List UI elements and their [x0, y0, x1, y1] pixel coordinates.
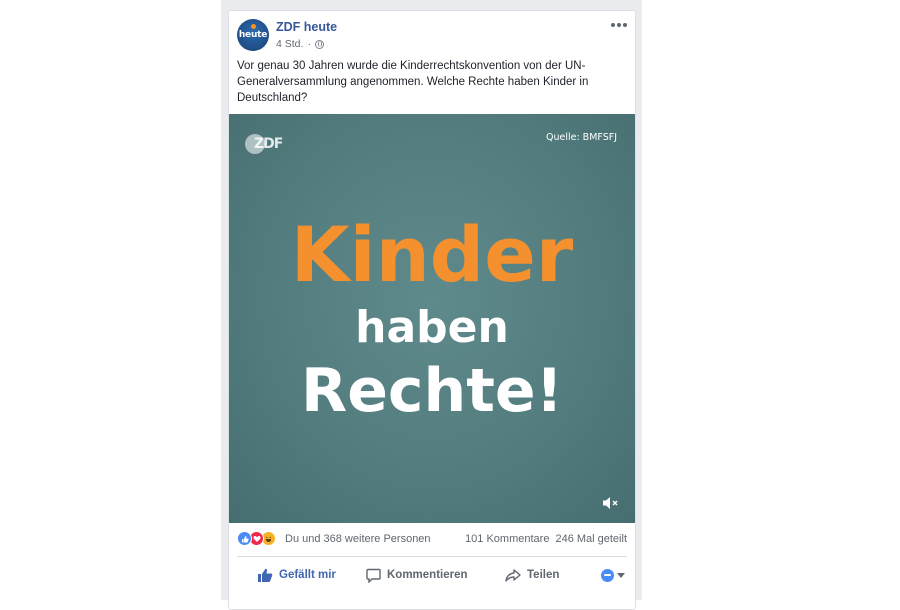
post-meta: 4 Std. · — [276, 38, 324, 50]
share-button-label: Teilen — [527, 569, 560, 581]
comment-button[interactable]: Kommentieren — [366, 568, 468, 583]
video-headline-rechte: Rechte! — [301, 356, 563, 426]
video-headline-haben: haben — [355, 302, 509, 353]
post-text: Vor genau 30 Jahren wurde die Kinderrech… — [237, 60, 589, 104]
like-button[interactable]: Gefällt mir — [257, 568, 336, 583]
like-button-label: Gefällt mir — [279, 569, 336, 581]
meta-separator: · — [307, 38, 311, 50]
audience-icon — [601, 568, 614, 582]
video-player[interactable]: ZDF Quelle: BMFSFJ Kinder haben Rechte! — [229, 114, 635, 523]
audience-selector[interactable] — [601, 568, 625, 582]
like-reaction-icon — [237, 531, 252, 546]
reaction-icons[interactable] — [237, 531, 276, 546]
post-card: heute ZDF heute 4 Std. · Vor genau 30 Ja… — [228, 10, 636, 610]
zdf-logo: ZDF — [245, 134, 283, 154]
comment-bubble-icon — [366, 568, 381, 583]
share-arrow-icon — [505, 568, 521, 582]
more-options-icon — [611, 23, 615, 27]
page-name-link[interactable]: ZDF heute — [276, 20, 337, 34]
globe-icon[interactable] — [314, 39, 324, 49]
divider — [237, 556, 627, 557]
comments-count[interactable]: 101 Kommentare — [465, 533, 549, 545]
video-headline-kinder: Kinder — [290, 210, 574, 299]
avatar-label: heute — [238, 30, 268, 40]
page-avatar[interactable]: heute — [237, 19, 269, 51]
action-bar: Gefällt mir Kommentieren Teilen — [237, 562, 627, 588]
zdf-logo-text: ZDF — [254, 136, 283, 152]
thumbs-up-icon — [258, 568, 273, 582]
muted-speaker-icon — [603, 497, 618, 509]
engagement-stats: 101 Kommentare 246 Mal geteilt — [465, 533, 627, 545]
mute-button[interactable] — [601, 495, 621, 511]
reactions-count[interactable]: Du und 368 weitere Personen — [285, 533, 431, 545]
post-timestamp[interactable]: 4 Std. — [276, 38, 303, 50]
more-options-button[interactable] — [609, 17, 629, 33]
reactions-row: Du und 368 weitere Personen 101 Kommenta… — [237, 529, 627, 549]
comment-button-label: Kommentieren — [387, 569, 468, 581]
avatar-logo-mark — [251, 24, 256, 29]
shares-count[interactable]: 246 Mal geteilt — [555, 533, 627, 545]
chevron-down-icon — [617, 572, 625, 578]
share-button[interactable]: Teilen — [505, 568, 559, 583]
video-source-label: Quelle: BMFSFJ — [546, 132, 617, 143]
